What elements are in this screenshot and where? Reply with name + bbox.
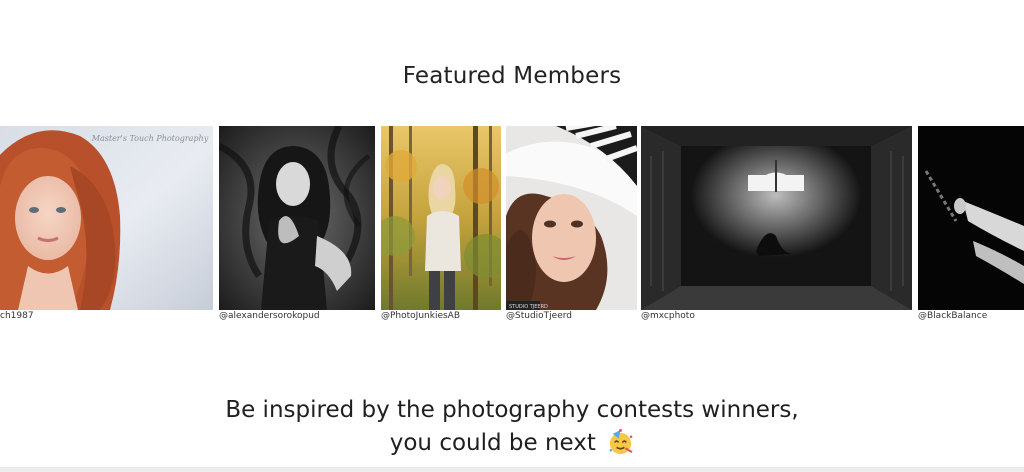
member-card[interactable]: STUDIO TJEERD @StudioTjeerd	[506, 126, 637, 326]
featured-members-carousel[interactable]: Master's Touch Photography ch1987 @alexa…	[0, 126, 1024, 326]
tagline-line-1: Be inspired by the photography contests …	[225, 397, 799, 423]
bw-woman-image	[219, 126, 375, 310]
featured-members-title: Featured Members	[402, 63, 622, 90]
member-card[interactable]: Master's Touch Photography ch1987	[0, 126, 213, 326]
member-handle[interactable]: @BlackBalance	[918, 312, 987, 321]
member-card[interactable]: @BlackBalance	[918, 126, 1024, 326]
tagline-line-2: you could be next	[0, 427, 1024, 460]
tagline-line-2-text: you could be next	[389, 430, 596, 456]
member-photo[interactable]	[641, 126, 912, 310]
inspiration-tagline: Be inspired by the photography contests …	[0, 394, 1024, 460]
dark-room-image	[641, 126, 912, 310]
bw-hands-image	[918, 126, 1024, 310]
member-card[interactable]: @mxcphoto	[641, 126, 912, 326]
watermark-text: Master's Touch Photography	[91, 134, 209, 143]
member-handle[interactable]: @alexandersorokopud	[219, 312, 320, 321]
member-handle[interactable]: @StudioTjeerd	[506, 312, 572, 321]
member-handle[interactable]: @PhotoJunkiesAB	[381, 312, 460, 321]
member-photo[interactable]	[381, 126, 501, 310]
striped-hat-woman-image: STUDIO TJEERD	[506, 126, 637, 310]
member-photo[interactable]	[219, 126, 375, 310]
autumn-forest-image	[381, 126, 501, 310]
featured-members-page: Featured Members Master's Touch Photogra…	[0, 0, 1024, 472]
member-photo[interactable]: Master's Touch Photography	[0, 126, 213, 310]
redhead-portrait-image: Master's Touch Photography	[0, 126, 213, 310]
member-photo[interactable]: STUDIO TJEERD	[506, 126, 637, 310]
member-handle[interactable]: ch1987	[0, 312, 34, 321]
member-photo[interactable]	[918, 126, 1024, 310]
member-handle[interactable]: @mxcphoto	[641, 312, 695, 321]
bottom-divider	[0, 467, 1024, 472]
party-face-icon	[607, 429, 634, 456]
member-card[interactable]: @alexandersorokopud	[219, 126, 375, 326]
member-card[interactable]: @PhotoJunkiesAB	[381, 126, 501, 326]
watermark-text: STUDIO TJEERD	[509, 304, 548, 310]
